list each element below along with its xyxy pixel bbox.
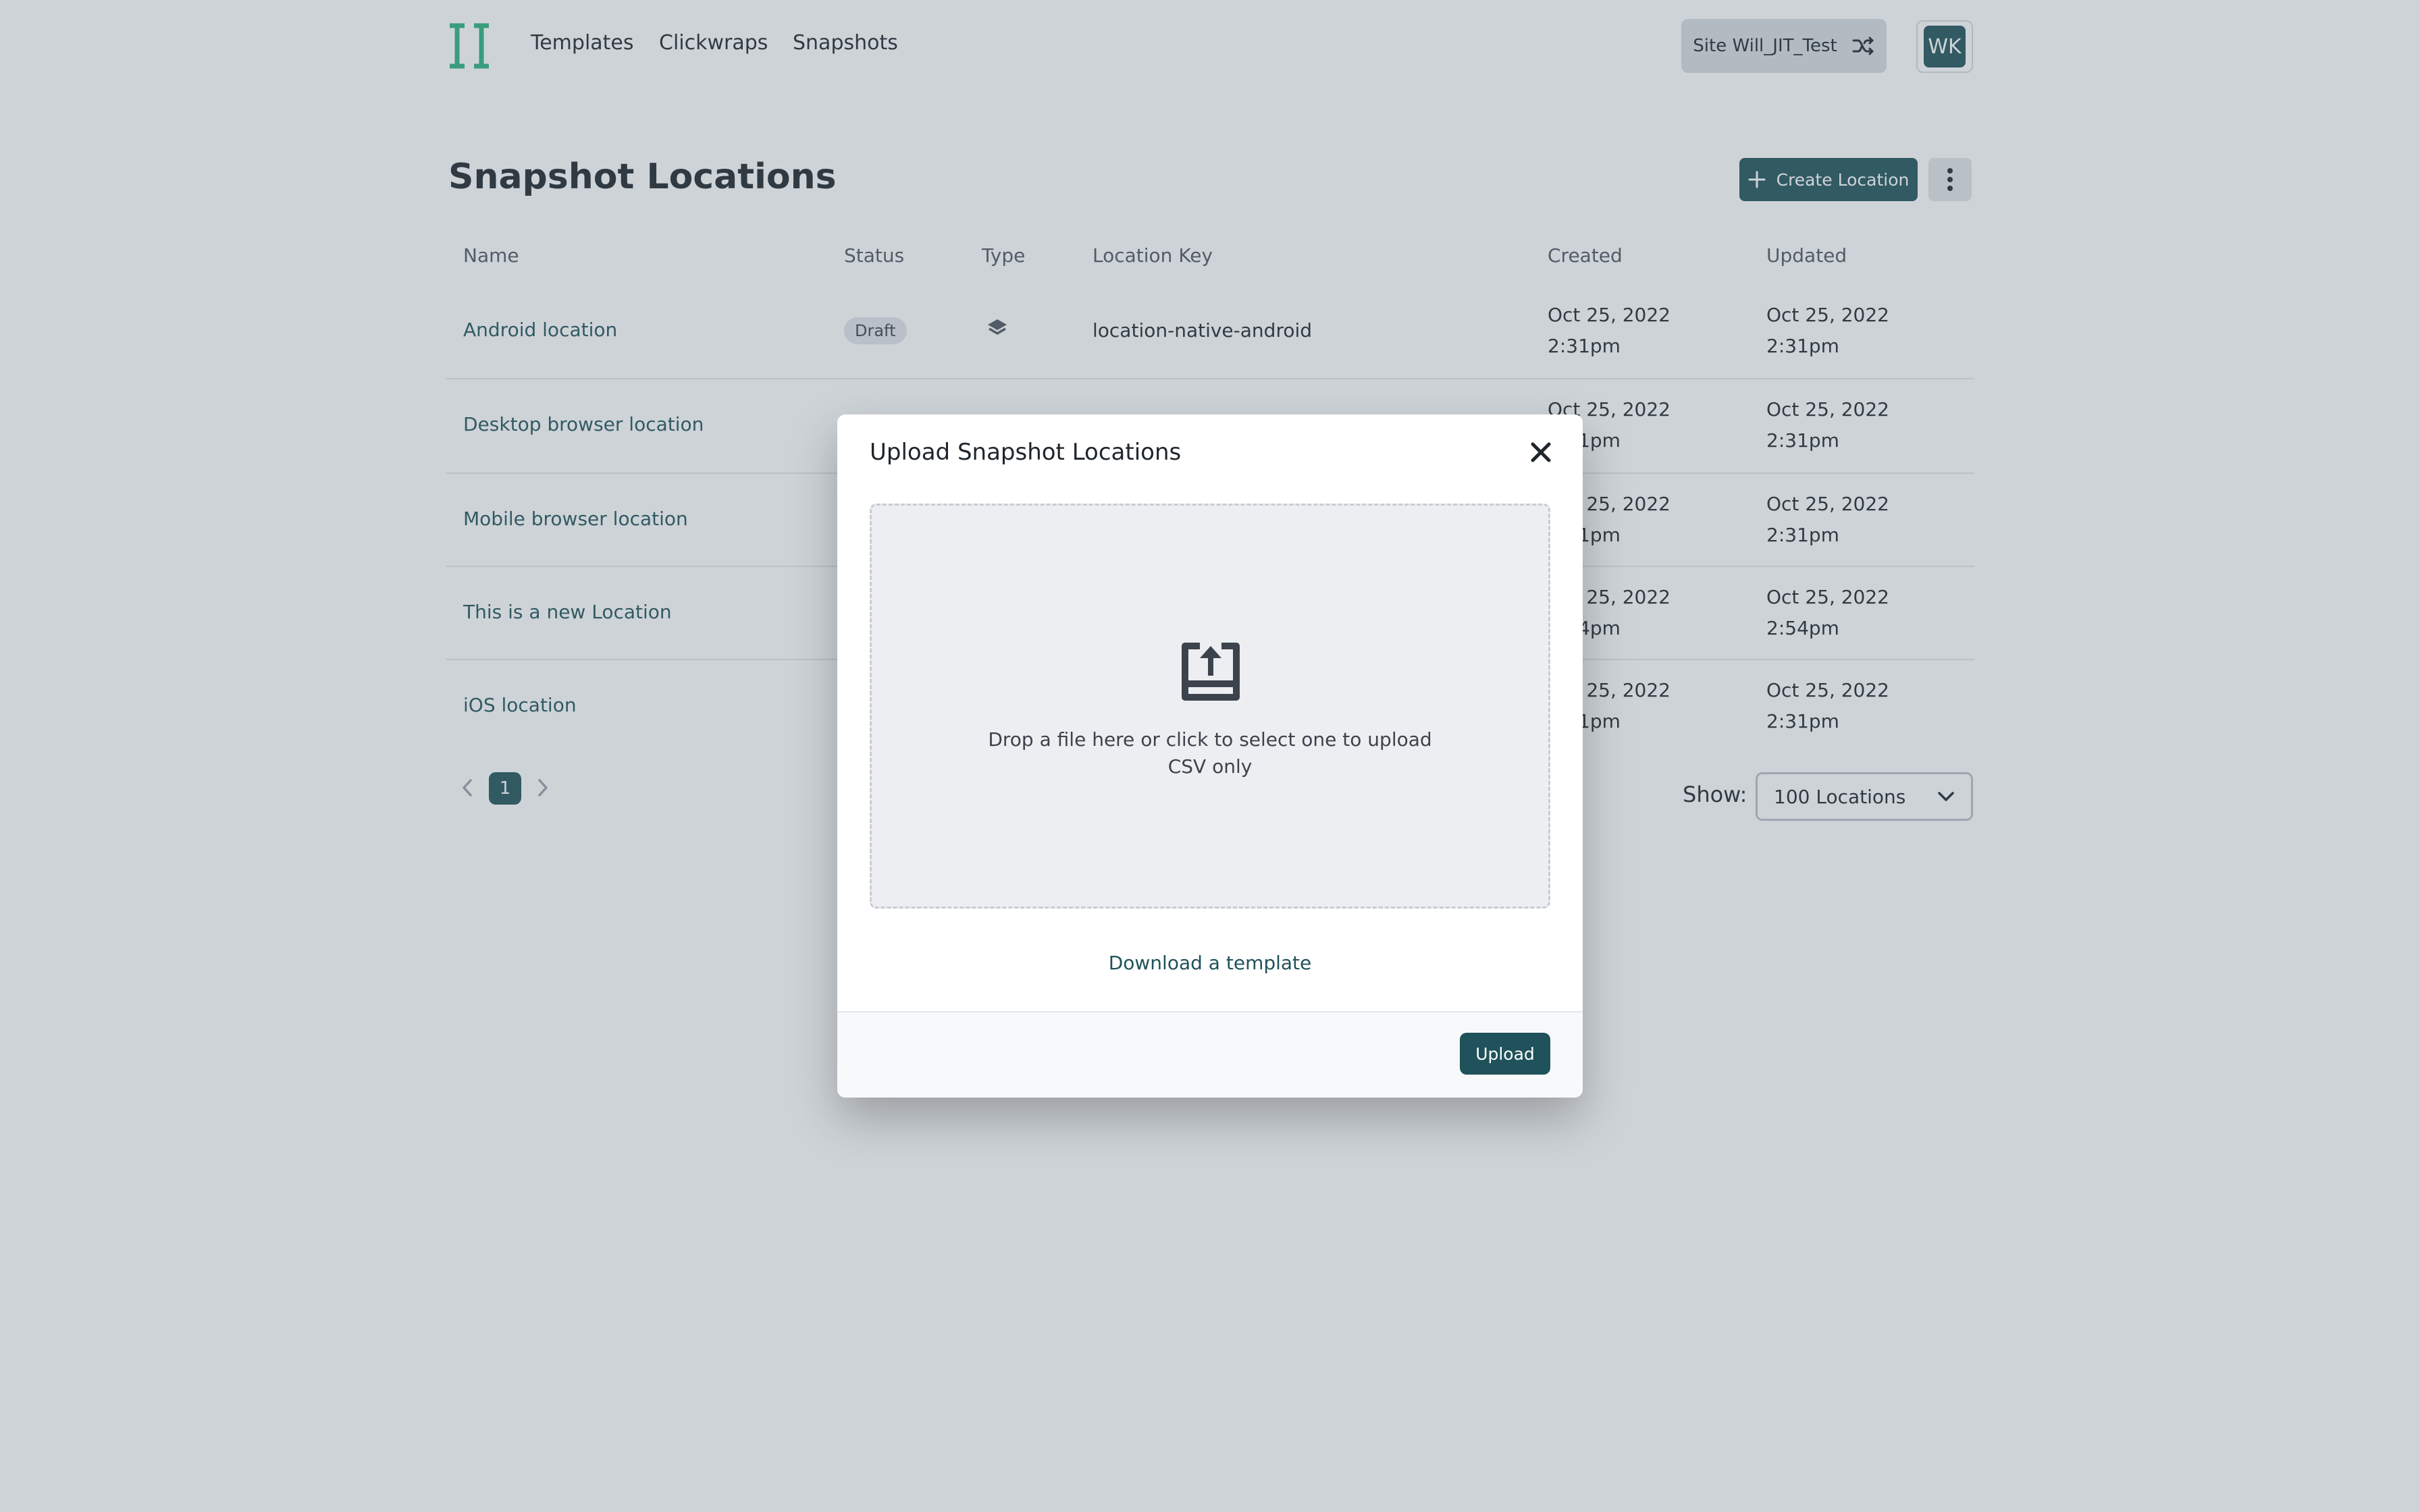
upload-modal: Upload Snapshot Locations Drop a file he… [837,414,1583,1098]
snapshot-locations-page: Templates Clickwraps Snapshots Site Will… [0,0,2420,1512]
file-dropzone[interactable]: Drop a file here or click to select one … [870,504,1550,909]
drop-instructions: Drop a file here or click to select one … [988,728,1432,751]
upload-icon [1182,643,1240,701]
modal-footer: Upload [837,1011,1583,1098]
close-icon[interactable] [1527,439,1554,466]
file-type-hint: CSV only [1167,755,1253,778]
modal-title: Upload Snapshot Locations [870,439,1182,466]
download-template-link[interactable]: Download a template [837,952,1583,974]
upload-button[interactable]: Upload [1460,1033,1550,1075]
